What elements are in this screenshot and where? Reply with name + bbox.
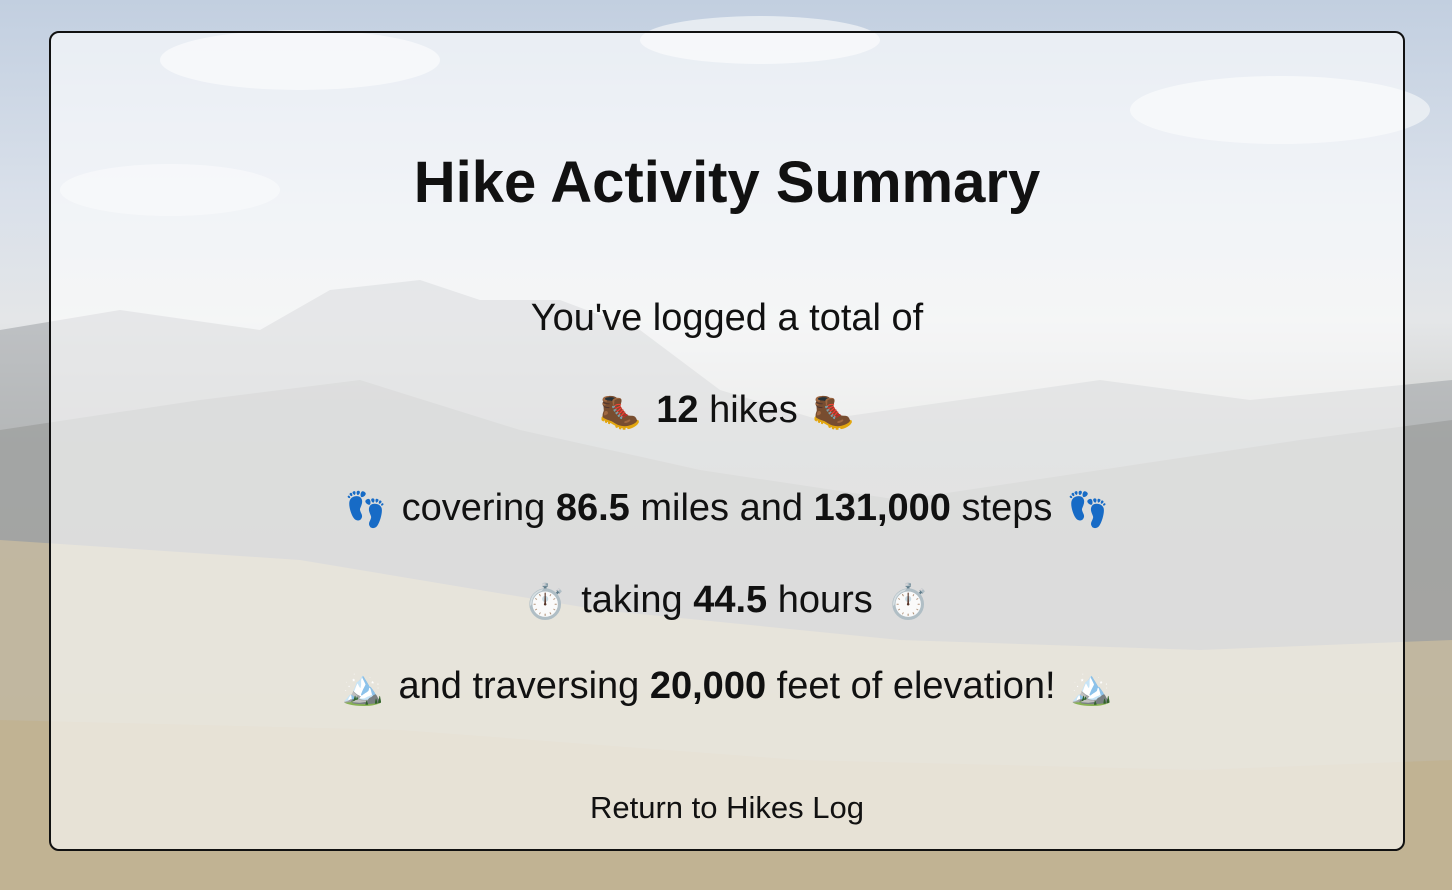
miles-value: 86.5 <box>555 487 630 529</box>
elevation-line: 🏔️ and traversing 20,000 feet of elevati… <box>51 663 1403 711</box>
page-title: Hike Activity Summary <box>413 150 1041 215</box>
hikes-count: 12 <box>656 389 699 431</box>
footprints-icon: 👣 <box>344 489 388 530</box>
steps-value: 131,000 <box>813 487 951 529</box>
hiking-boot-icon: 🥾 <box>599 391 642 432</box>
elevation-value: 20,000 <box>649 665 767 707</box>
steps-label: steps <box>961 487 1053 529</box>
hikes-line: 🥾 12 hikes 🥾 <box>51 387 1403 435</box>
elevation-prefix: and traversing <box>398 665 640 707</box>
return-to-hikes-log-link[interactable]: Return to Hikes Log <box>51 789 1403 827</box>
snow-capped-mountain-icon: 🏔️ <box>341 667 384 708</box>
summary-card: Hike Activity Summary You've logged a to… <box>49 31 1405 851</box>
elevation-label: feet of elevation! <box>776 665 1056 707</box>
distance-prefix: covering <box>401 487 546 529</box>
hours-value: 44.5 <box>693 579 768 621</box>
time-prefix: taking <box>581 579 683 621</box>
footprints-icon: 👣 <box>1066 489 1110 530</box>
hiking-boot-icon: 🥾 <box>812 391 855 432</box>
snow-capped-mountain-icon: 🏔️ <box>1070 667 1113 708</box>
stopwatch-icon: ⏱️ <box>524 581 567 622</box>
page: Hike Activity Summary You've logged a to… <box>0 0 1452 890</box>
miles-label: miles and <box>640 487 804 529</box>
hikes-label: hikes <box>709 389 798 431</box>
stopwatch-icon: ⏱️ <box>887 581 930 622</box>
time-line: ⏱️ taking 44.5 hours ⏱️ <box>51 577 1403 625</box>
hours-label: hours <box>777 579 873 621</box>
intro-text: You've logged a total of <box>530 297 924 339</box>
distance-line: 👣 covering 86.5 miles and 131,000 steps … <box>51 485 1403 533</box>
